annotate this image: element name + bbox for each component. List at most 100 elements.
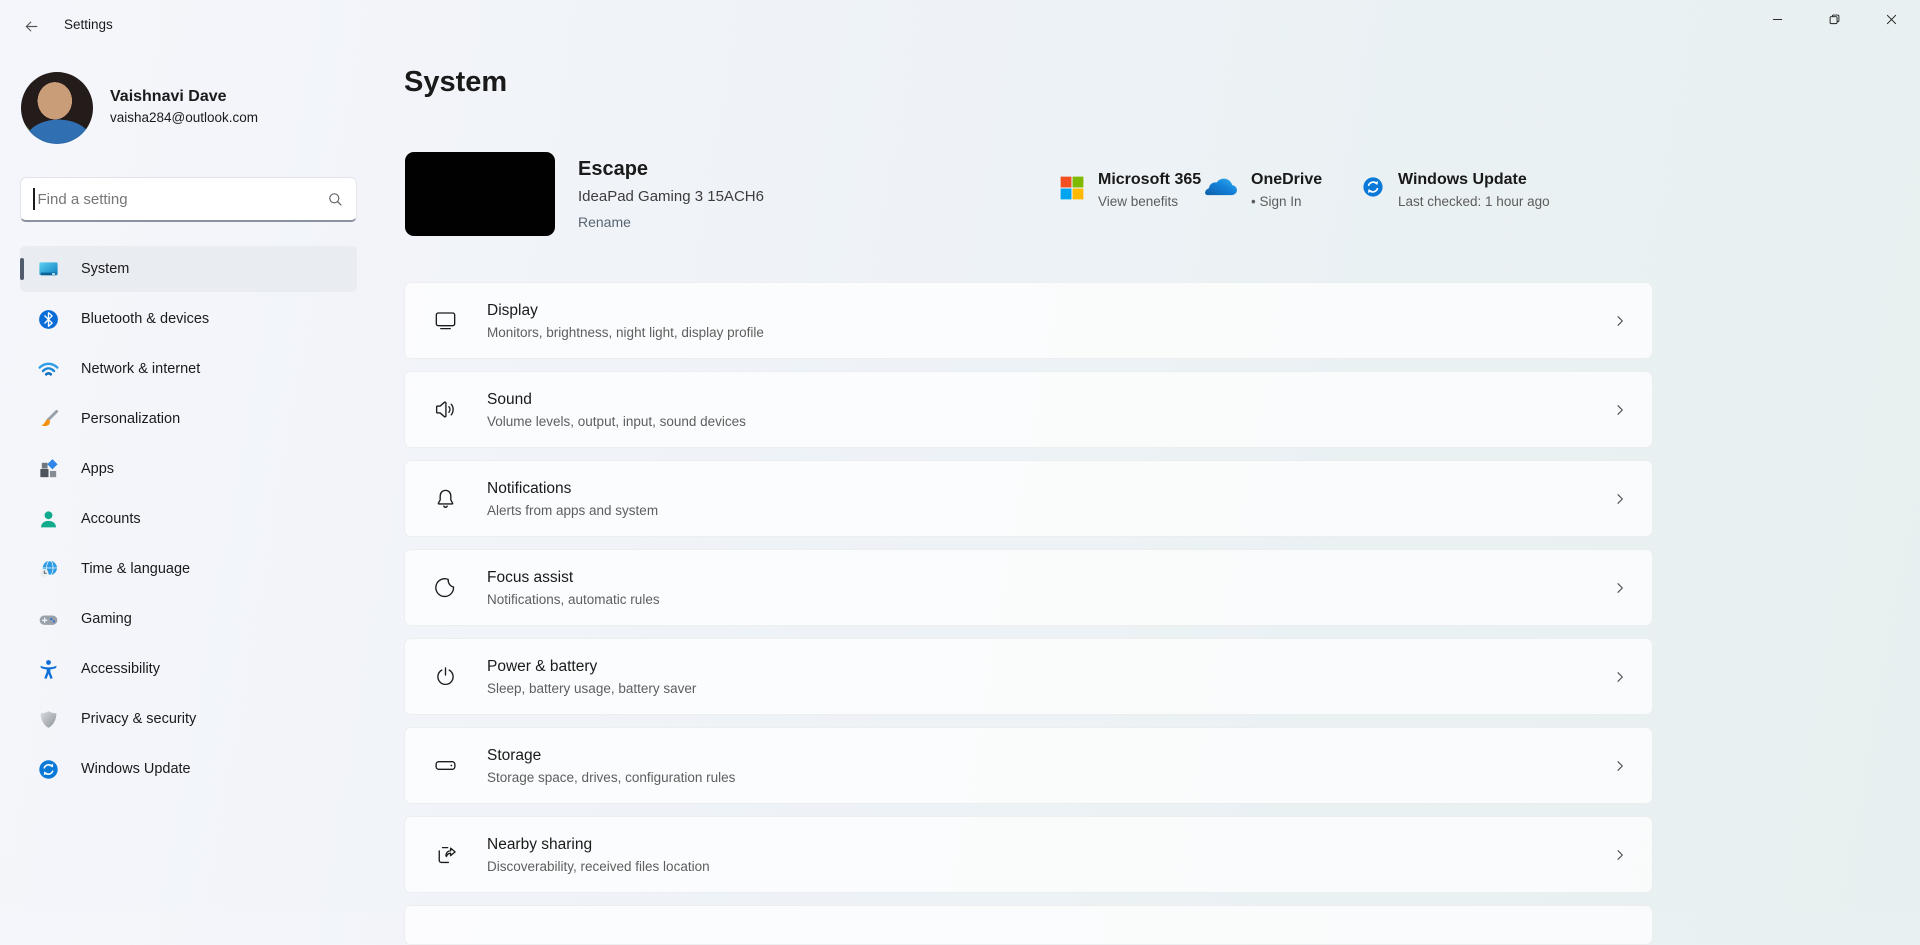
settings-row[interactable]: Sound Volume levels, output, input, soun… — [404, 371, 1653, 448]
window-title: Settings — [64, 17, 113, 32]
sidebar-item-label: Accounts — [81, 511, 141, 527]
sidebar-item-label: Personalization — [81, 411, 180, 427]
notifications-icon — [433, 486, 458, 511]
settings-row-title: Sound — [487, 391, 746, 409]
sidebar-item[interactable]: Accounts — [20, 496, 357, 542]
update-status-icon — [1361, 175, 1385, 199]
restore-button[interactable] — [1806, 0, 1863, 38]
settings-row[interactable]: Focus assist Notifications, automatic ru… — [404, 549, 1653, 626]
restore-icon — [1829, 14, 1840, 25]
sidebar-item[interactable]: Apps — [20, 446, 357, 492]
storage-icon — [433, 753, 458, 778]
time-language-icon — [37, 558, 60, 581]
settings-row[interactable]: Storage Storage space, drives, configura… — [404, 727, 1653, 804]
microsoft-logo-icon — [1059, 175, 1085, 201]
rename-link[interactable]: Rename — [578, 214, 631, 230]
back-arrow-icon — [23, 18, 40, 35]
settings-row[interactable]: Notifications Alerts from apps and syste… — [404, 460, 1653, 537]
sidebar-item-label: System — [81, 261, 129, 277]
sidebar-item-label: Gaming — [81, 611, 132, 627]
settings-row[interactable]: Display Monitors, brightness, night ligh… — [404, 282, 1653, 359]
settings-row-title: Storage — [487, 747, 735, 765]
chevron-right-icon — [1612, 758, 1628, 774]
sidebar-item-label: Time & language — [81, 561, 190, 577]
gaming-icon — [37, 608, 60, 631]
settings-row-subtitle: Alerts from apps and system — [487, 503, 658, 518]
sidebar-item[interactable]: Time & language — [20, 546, 357, 592]
settings-row-subtitle: Monitors, brightness, night light, displ… — [487, 325, 764, 340]
chevron-right-icon — [1612, 580, 1628, 596]
sidebar-item-label: Windows Update — [81, 761, 191, 777]
onedrive-sign-in[interactable]: • Sign In — [1251, 194, 1322, 209]
search-placeholder: Find a setting — [38, 191, 328, 208]
settings-row-subtitle: Notifications, automatic rules — [487, 592, 660, 607]
sidebar-item[interactable]: Privacy & security — [20, 696, 357, 742]
sidebar-item[interactable]: Gaming — [20, 596, 357, 642]
profile-email: vaisha284@outlook.com — [110, 110, 258, 125]
accessibility-icon — [37, 658, 60, 681]
onedrive-card[interactable]: OneDrive • Sign In — [1204, 171, 1322, 209]
sidebar-nav: System Bluetooth & devices Network & int… — [20, 246, 357, 796]
microsoft-365-subtitle[interactable]: View benefits — [1098, 194, 1201, 209]
device-thumbnail — [405, 152, 555, 236]
sidebar-item[interactable]: Windows Update — [20, 746, 357, 792]
apps-icon — [37, 458, 60, 481]
microsoft-365-title: Microsoft 365 — [1098, 171, 1201, 189]
settings-row-partial[interactable] — [404, 905, 1653, 945]
minimize-button[interactable] — [1749, 0, 1806, 38]
sidebar-item-label: Privacy & security — [81, 711, 196, 727]
onedrive-title: OneDrive — [1251, 171, 1322, 189]
windows-update-icon — [37, 758, 60, 781]
windows-update-title: Windows Update — [1398, 171, 1550, 189]
display-icon — [433, 308, 458, 333]
text-cursor — [33, 188, 35, 210]
nearby-sharing-icon — [433, 842, 458, 867]
chevron-right-icon — [1612, 669, 1628, 685]
sidebar-item[interactable]: Bluetooth & devices — [20, 296, 357, 342]
sidebar-item-label: Apps — [81, 461, 114, 477]
bluetooth-icon — [37, 308, 60, 331]
back-button[interactable] — [14, 12, 48, 40]
sidebar-item[interactable]: Personalization — [20, 396, 357, 442]
accounts-icon — [37, 508, 60, 531]
settings-row-subtitle: Volume levels, output, input, sound devi… — [487, 414, 746, 429]
page-title: System — [404, 66, 507, 99]
settings-row-subtitle: Discoverability, received files location — [487, 859, 710, 874]
sidebar-item[interactable]: Accessibility — [20, 646, 357, 692]
sidebar-item-label: Bluetooth & devices — [81, 311, 209, 327]
settings-row-title: Notifications — [487, 480, 658, 498]
sidebar-item[interactable]: System — [20, 246, 357, 292]
sound-icon — [433, 397, 458, 422]
settings-row-title: Display — [487, 302, 764, 320]
close-icon — [1886, 14, 1897, 25]
sidebar-item-label: Accessibility — [81, 661, 160, 677]
settings-row-title: Power & battery — [487, 658, 696, 676]
chevron-right-icon — [1612, 491, 1628, 507]
onedrive-icon — [1204, 175, 1238, 197]
system-icon — [37, 258, 60, 281]
focus-assist-icon — [433, 575, 458, 600]
chevron-right-icon — [1612, 847, 1628, 863]
microsoft-365-card[interactable]: Microsoft 365 View benefits — [1059, 171, 1201, 209]
close-button[interactable] — [1863, 0, 1920, 38]
settings-row[interactable]: Power & battery Sleep, battery usage, ba… — [404, 638, 1653, 715]
avatar[interactable] — [21, 72, 93, 144]
settings-list: Display Monitors, brightness, night ligh… — [404, 282, 1653, 945]
device-name: Escape — [578, 158, 648, 181]
search-icon — [327, 191, 344, 208]
settings-row[interactable]: Nearby sharing Discoverability, received… — [404, 816, 1653, 893]
power-battery-icon — [433, 664, 458, 689]
sidebar-item[interactable]: Network & internet — [20, 346, 357, 392]
personalization-icon — [37, 408, 60, 431]
chevron-right-icon — [1612, 313, 1628, 329]
settings-row-subtitle: Sleep, battery usage, battery saver — [487, 681, 696, 696]
device-model: IdeaPad Gaming 3 15ACH6 — [578, 188, 764, 205]
settings-row-subtitle: Storage space, drives, configuration rul… — [487, 770, 735, 785]
windows-update-last-checked: Last checked: 1 hour ago — [1398, 194, 1550, 209]
privacy-security-icon — [37, 708, 60, 731]
profile-name: Vaishnavi Dave — [110, 88, 227, 106]
settings-row-title: Focus assist — [487, 569, 660, 587]
search-input[interactable]: Find a setting — [20, 177, 357, 222]
windows-update-card[interactable]: Windows Update Last checked: 1 hour ago — [1361, 171, 1550, 209]
chevron-right-icon — [1612, 402, 1628, 418]
